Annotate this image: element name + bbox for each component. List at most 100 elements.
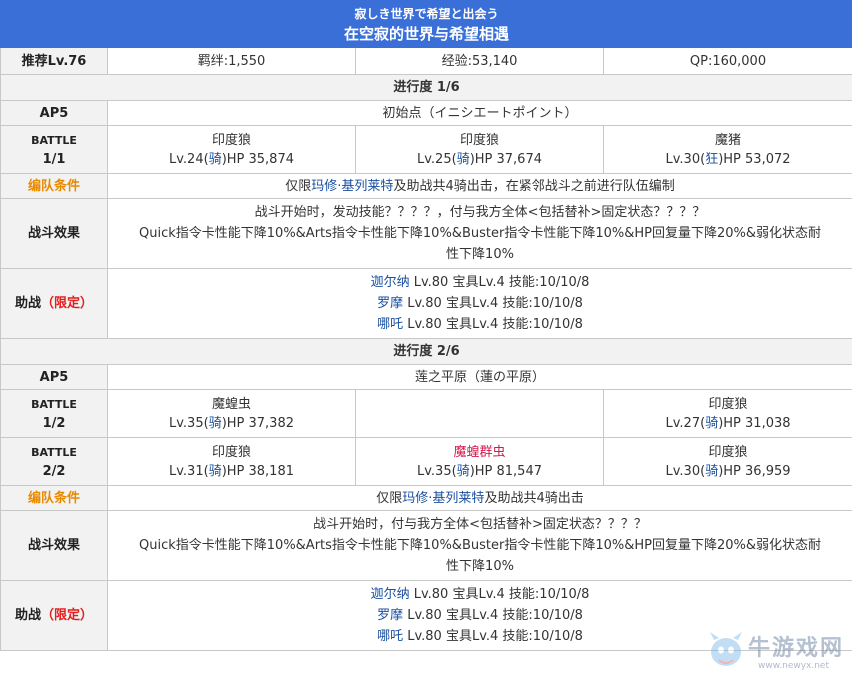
battle-row: BATTLE 1/1 印度狼 Lv.24(骑)HP 35,874 印度狼 Lv.… xyxy=(0,125,852,174)
battle-count: 2/2 xyxy=(42,463,66,479)
support-info: Lv.80 宝具Lv.4 技能:10/10/8 xyxy=(403,296,583,311)
recommended-level: 推荐Lv.76 xyxy=(0,47,108,75)
enemy-hp: )HP 31,038 xyxy=(718,415,791,431)
summary-row: 推荐Lv.76 羁绊:1,550 经验:53,140 QP:160,000 xyxy=(0,47,852,75)
support-label-cell: 助战（限定） xyxy=(0,268,108,339)
formation-text: 仅限玛修·基列莱特及助战共4骑出击 xyxy=(106,485,852,511)
enemy-class-link[interactable]: 骑 xyxy=(209,464,222,479)
effect-line: 战斗开始时，发动技能？？？？，付与我方全体<包括替补>固定状态？？？？ xyxy=(254,205,706,220)
enemy-level: Lv.35( xyxy=(168,415,209,431)
support-servant-link[interactable]: 罗摩 xyxy=(377,296,403,311)
enemy-hp: )HP 35,874 xyxy=(221,151,294,167)
support-item: 哪吒 Lv.80 宝具Lv.4 技能:10/10/8 xyxy=(112,314,848,335)
effect-line: 性下降10% xyxy=(446,247,514,262)
enemy-class-link[interactable]: 骑 xyxy=(209,152,222,167)
enemy-class-link[interactable]: 骑 xyxy=(457,152,470,167)
enemy-cell: 魔蝗群虫 Lv.35(骑)HP 81,547 xyxy=(355,437,604,486)
quest-title-cn: 在空寂的世界与希望相遇 xyxy=(344,25,510,43)
enemy-class-link[interactable]: 骑 xyxy=(705,416,718,431)
effect-label: 战斗效果 xyxy=(0,510,108,581)
ap-cost: AP5 xyxy=(0,100,108,126)
ap-row: AP5 莲之平原（蓮の平原） xyxy=(0,364,852,390)
enemy-level: Lv.27( xyxy=(665,415,706,431)
support-list: 迦尔纳 Lv.80 宝具Lv.4 技能:10/10/8 罗摩 Lv.80 宝具L… xyxy=(106,268,852,339)
support-info: Lv.80 宝具Lv.4 技能:10/10/8 xyxy=(409,275,590,290)
enemy-cell-empty xyxy=(355,389,604,438)
enemy-hp: )HP 37,674 xyxy=(469,151,542,167)
enemy-name: 印度狼 xyxy=(459,132,499,148)
support-label-cell: 助战（限定） xyxy=(0,580,108,651)
progress-row: 进行度 1/6 xyxy=(0,74,852,101)
enemy-hp: )HP 38,181 xyxy=(221,463,294,479)
enemy-name-link[interactable]: 魔蝗群虫 xyxy=(360,443,599,462)
enemy-name: 印度狼 xyxy=(211,444,251,460)
enemy-name: 魔蝗虫 xyxy=(211,396,251,412)
enemy-hp: )HP 36,959 xyxy=(718,463,791,479)
quest-header: 寂しき世界で希望と出会う 在空寂的世界与希望相遇 xyxy=(0,0,852,48)
support-label: 助战 xyxy=(14,296,41,311)
enemy-cell: 印度狼 Lv.27(骑)HP 31,038 xyxy=(602,389,852,438)
enemy-hp: )HP 53,072 xyxy=(718,151,791,167)
support-servant-link[interactable]: 哪吒 xyxy=(377,629,403,644)
support-info: Lv.80 宝具Lv.4 技能:10/10/8 xyxy=(403,608,583,623)
enemy-level: Lv.25( xyxy=(416,151,457,167)
enemy-cell: 印度狼 Lv.30(骑)HP 36,959 xyxy=(602,437,852,486)
effect-text: 战斗开始时，发动技能？？？？，付与我方全体<包括替补>固定状态？？？？ Quic… xyxy=(106,198,852,269)
support-list: 迦尔纳 Lv.80 宝具Lv.4 技能:10/10/8 罗摩 Lv.80 宝具L… xyxy=(106,580,852,651)
support-row: 助战（限定） 迦尔纳 Lv.80 宝具Lv.4 技能:10/10/8 罗摩 Lv… xyxy=(0,268,852,339)
support-info: Lv.80 宝具Lv.4 技能:10/10/8 xyxy=(409,587,590,602)
battle-count: 1/2 xyxy=(42,415,66,431)
ap-row: AP5 初始点（イニシエートポイント） xyxy=(0,100,852,126)
support-info: Lv.80 宝具Lv.4 技能:10/10/8 xyxy=(403,317,583,332)
formation-post: 及助战共4骑出击，在紧邻战斗之前进行队伍编制 xyxy=(393,178,675,194)
support-servant-link[interactable]: 哪吒 xyxy=(377,317,403,332)
enemy-class-link[interactable]: 骑 xyxy=(457,464,470,479)
support-servant-link[interactable]: 迦尔纳 xyxy=(371,587,410,602)
support-row: 助战（限定） 迦尔纳 Lv.80 宝具Lv.4 技能:10/10/8 罗摩 Lv… xyxy=(0,580,852,651)
ap-cost: AP5 xyxy=(0,364,108,390)
enemy-level: Lv.30( xyxy=(665,463,706,479)
support-servant-link[interactable]: 罗摩 xyxy=(377,608,403,623)
enemy-hp: )HP 37,382 xyxy=(221,415,294,431)
quest-table: 寂しき世界で希望と出会う 在空寂的世界与希望相遇 推荐Lv.76 羁绊:1,55… xyxy=(0,0,852,651)
formation-row: 编队条件 仅限玛修·基列莱特及助战共4骑出击，在紧邻战斗之前进行队伍编制 xyxy=(0,173,852,199)
support-limited-tag: （限定） xyxy=(41,608,94,623)
enemy-class-link[interactable]: 骑 xyxy=(209,416,222,431)
enemy-cell: 印度狼 Lv.25(骑)HP 37,674 xyxy=(355,125,604,174)
enemy-name: 印度狼 xyxy=(708,444,748,460)
support-limited-tag: （限定） xyxy=(41,296,94,311)
enemy-name: 印度狼 xyxy=(211,132,251,148)
support-item: 罗摩 Lv.80 宝具Lv.4 技能:10/10/8 xyxy=(112,293,848,314)
support-servant-link[interactable]: 迦尔纳 xyxy=(371,275,410,290)
enemy-name: 魔猪 xyxy=(715,132,742,148)
battle-row: BATTLE 2/2 印度狼 Lv.31(骑)HP 38,181 魔蝗群虫 Lv… xyxy=(0,437,852,486)
enemy-level: Lv.35( xyxy=(416,463,457,479)
support-item: 哪吒 Lv.80 宝具Lv.4 技能:10/10/8 xyxy=(112,626,848,647)
location-name: 莲之平原（蓮の平原） xyxy=(106,364,852,390)
formation-pre: 仅限 xyxy=(376,490,403,506)
enemy-cell: 魔蝗虫 Lv.35(骑)HP 37,382 xyxy=(107,389,356,438)
support-info: Lv.80 宝具Lv.4 技能:10/10/8 xyxy=(403,629,583,644)
effect-row: 战斗效果 战斗开始时，付与我方全体<包括替补>固定状态？？？？ Quick指令卡… xyxy=(0,510,852,581)
battle-row: BATTLE 1/2 魔蝗虫 Lv.35(骑)HP 37,382 印度狼 Lv.… xyxy=(0,389,852,438)
servant-link[interactable]: 玛修·基列莱特 xyxy=(402,491,484,506)
battle-label: BATTLE xyxy=(31,397,77,411)
qp-value: QP:160,000 xyxy=(602,47,852,75)
enemy-class-link[interactable]: 狂 xyxy=(705,152,718,167)
servant-link[interactable]: 玛修·基列莱特 xyxy=(311,179,393,194)
enemy-class-link[interactable]: 骑 xyxy=(705,464,718,479)
effect-text: 战斗开始时，付与我方全体<包括替补>固定状态？？？？ Quick指令卡性能下降1… xyxy=(106,510,852,581)
formation-post: 及助战共4骑出击 xyxy=(484,490,584,506)
effect-row: 战斗效果 战斗开始时，发动技能？？？？，付与我方全体<包括替补>固定状态？？？？… xyxy=(0,198,852,269)
support-item: 迦尔纳 Lv.80 宝具Lv.4 技能:10/10/8 xyxy=(112,272,848,293)
formation-text: 仅限玛修·基列莱特及助战共4骑出击，在紧邻战斗之前进行队伍编制 xyxy=(106,173,852,199)
progress-label: 进行度 2/6 xyxy=(0,338,852,365)
progress-label: 进行度 1/6 xyxy=(0,74,852,101)
effect-line: Quick指令卡性能下降10%&Arts指令卡性能下降10%&Buster指令卡… xyxy=(139,538,821,553)
effect-line: 性下降10% xyxy=(446,559,514,574)
support-label: 助战 xyxy=(14,608,41,623)
enemy-hp: )HP 81,547 xyxy=(469,463,542,479)
formation-label: 编队条件 xyxy=(0,173,108,199)
bond-value: 羁绊:1,550 xyxy=(107,47,356,75)
formation-pre: 仅限 xyxy=(285,178,312,194)
